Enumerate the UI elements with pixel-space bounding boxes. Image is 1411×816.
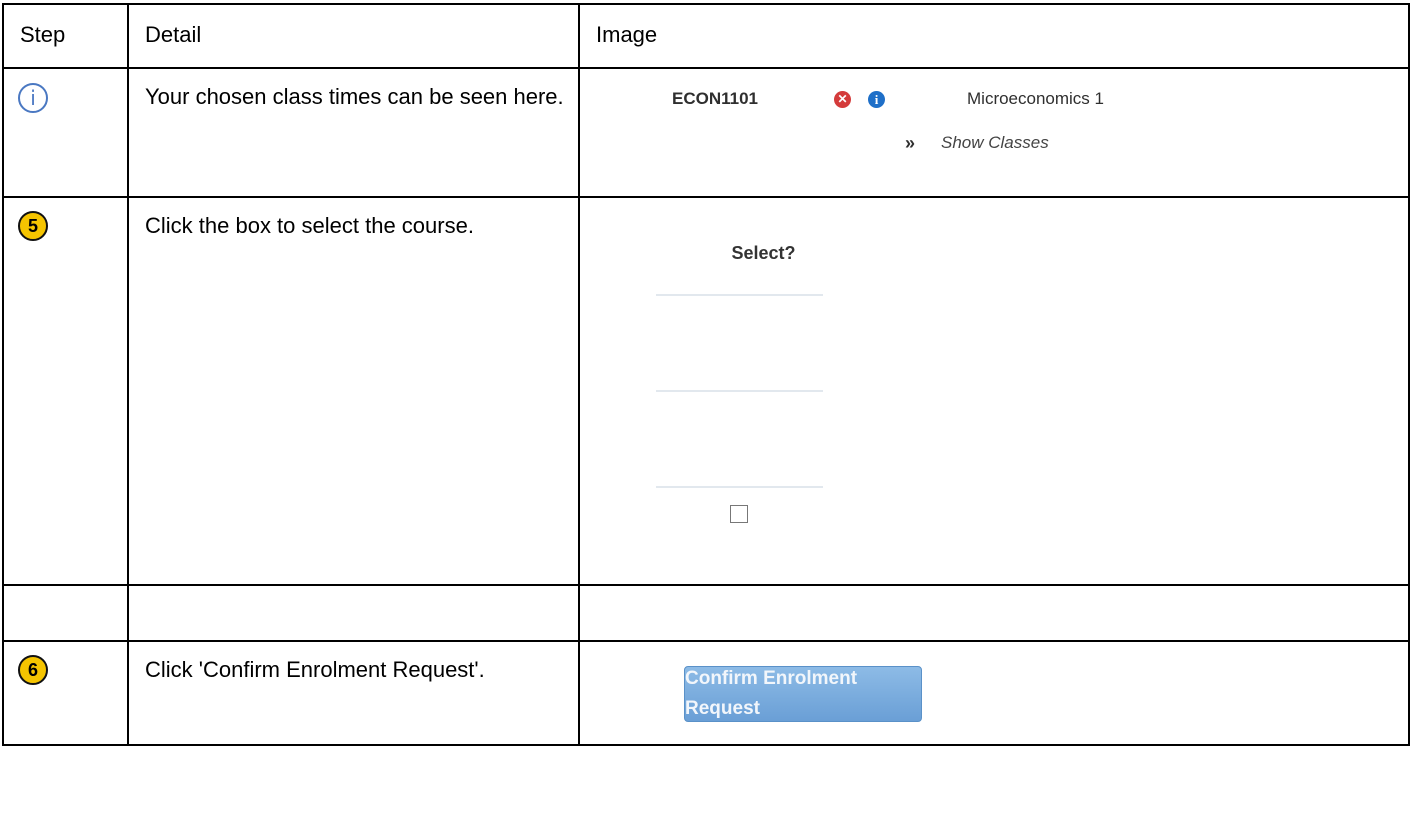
step-cell: 6 bbox=[2, 640, 129, 746]
image-cell: Select? bbox=[578, 196, 1410, 586]
double-chevron-right-icon: » bbox=[905, 133, 916, 153]
divider bbox=[656, 486, 823, 488]
step-detail-text: Click the box to select the course. bbox=[145, 213, 474, 238]
confirm-button-screenshot: Confirm Enrolment Request bbox=[580, 642, 1408, 743]
image-cell: Confirm Enrolment Request bbox=[578, 640, 1410, 746]
step-row-5: 5 Click the box to select the course. Se… bbox=[2, 196, 1410, 586]
step-number-badge: 6 bbox=[18, 655, 48, 685]
image-cell: ECON1101 ✕ i Microeconomics 1 » Show Cla… bbox=[578, 67, 1410, 198]
detail-cell: Your chosen class times can be seen here… bbox=[127, 67, 580, 198]
select-column-screenshot: Select? bbox=[580, 198, 1408, 582]
header-detail-cell: Detail bbox=[127, 3, 580, 69]
info-circle-icon[interactable]: i bbox=[868, 91, 885, 108]
header-step: Step bbox=[20, 22, 66, 47]
header-row: Step Detail Image bbox=[2, 3, 1410, 69]
course-code: ECON1101 bbox=[672, 89, 758, 108]
image-cell bbox=[578, 584, 1410, 642]
course-name: Microeconomics 1 bbox=[967, 89, 1104, 108]
detail-cell bbox=[127, 584, 580, 642]
empty-row bbox=[2, 584, 1410, 642]
header-image: Image bbox=[596, 22, 658, 47]
divider bbox=[656, 294, 823, 296]
header-step-cell: Step bbox=[2, 3, 129, 69]
detail-cell: Click 'Confirm Enrolment Request'. bbox=[127, 640, 580, 746]
step-row-info: i Your chosen class times can be seen he… bbox=[2, 67, 1410, 198]
step-row-6: 6 Click 'Confirm Enrolment Request'. Con… bbox=[2, 640, 1410, 746]
step-cell: i bbox=[2, 67, 129, 198]
divider bbox=[656, 390, 823, 392]
header-image-cell: Image bbox=[578, 3, 1410, 69]
step-cell bbox=[2, 584, 129, 642]
show-classes-link[interactable]: Show Classes bbox=[941, 133, 1049, 153]
step-detail-text: Your chosen class times can be seen here… bbox=[145, 84, 564, 109]
step-detail-text bbox=[129, 586, 578, 599]
step-detail-text: Click 'Confirm Enrolment Request'. bbox=[145, 657, 485, 682]
header-detail: Detail bbox=[145, 22, 202, 47]
select-course-checkbox[interactable] bbox=[730, 505, 748, 523]
step-number-badge: 5 bbox=[18, 211, 48, 241]
detail-cell: Click the box to select the course. bbox=[127, 196, 580, 586]
steps-table: Step Detail Image i Your chosen class ti… bbox=[2, 3, 1410, 746]
step-cell: 5 bbox=[2, 196, 129, 586]
confirm-enrolment-request-button[interactable]: Confirm Enrolment Request bbox=[684, 666, 922, 722]
x-circle-icon[interactable]: ✕ bbox=[834, 91, 851, 108]
info-circle-icon: i bbox=[18, 83, 48, 113]
course-summary-screenshot: ECON1101 ✕ i Microeconomics 1 » Show Cla… bbox=[580, 69, 1408, 194]
select-column-header: Select? bbox=[731, 243, 796, 263]
